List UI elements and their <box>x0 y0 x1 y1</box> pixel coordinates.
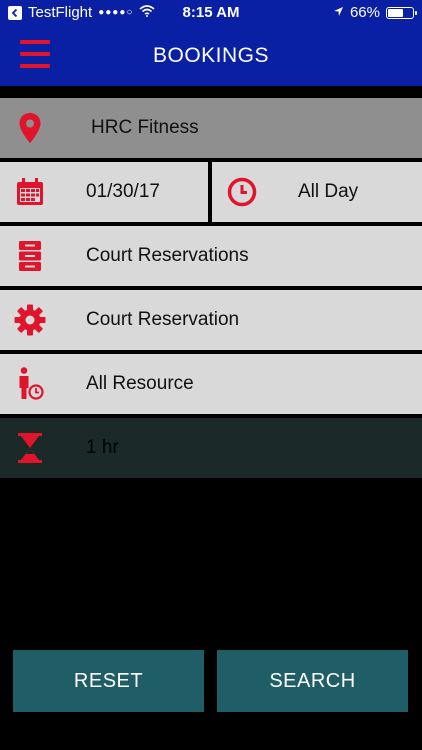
person-clock-icon <box>14 367 46 400</box>
status-bar: TestFlight ●●●●○ 8:15 AM 66% <box>0 0 422 28</box>
page-title: BOOKINGS <box>152 44 270 67</box>
location-value: HRC Fitness <box>91 117 199 138</box>
calendar-icon <box>14 176 46 208</box>
resource-value: All Resource <box>86 373 194 394</box>
duration-value: 1 hr <box>86 437 119 458</box>
hourglass-icon <box>14 432 46 464</box>
cabinet-icon <box>14 240 46 272</box>
battery-icon <box>386 6 417 19</box>
type-value: Court Reservation <box>86 309 240 330</box>
status-right: 66% <box>333 4 417 21</box>
time-selector[interactable]: All Day <box>212 162 422 222</box>
reset-button[interactable]: RESET <box>13 650 204 712</box>
location-selector[interactable]: HRC Fitness <box>0 98 422 158</box>
duration-selector[interactable]: 1 hr <box>0 418 422 478</box>
date-value: 01/30/17 <box>86 181 160 202</box>
resource-selector[interactable]: All Resource <box>0 354 422 414</box>
category-value: Court Reservations <box>86 245 249 266</box>
battery-percent: 66% <box>349 4 380 21</box>
app-header: TestFlight ●●●●○ 8:15 AM 66% BOOKINGS <box>0 0 422 86</box>
time-value: All Day <box>298 181 359 202</box>
type-selector[interactable]: Court Reservation <box>0 290 422 350</box>
date-selector[interactable]: 01/30/17 <box>0 162 208 222</box>
gear-icon <box>14 304 46 336</box>
search-button[interactable]: SEARCH <box>217 650 408 712</box>
location-arrow-icon <box>333 4 344 21</box>
clock-icon <box>226 176 258 208</box>
location-pin-icon <box>14 112 46 144</box>
category-selector[interactable]: Court Reservations <box>0 226 422 286</box>
battery-fill <box>388 8 404 17</box>
